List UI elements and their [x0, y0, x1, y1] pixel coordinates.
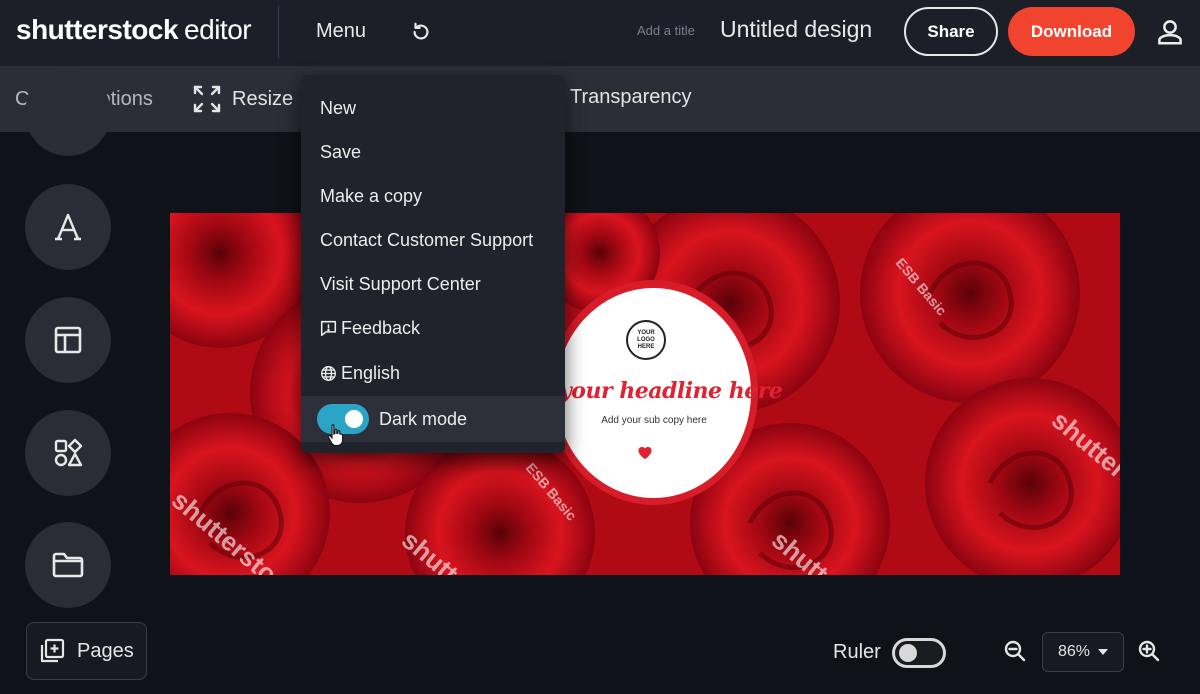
- dark-mode-label: Dark mode: [379, 408, 468, 429]
- pages-label: Pages: [77, 639, 134, 662]
- toggle-knob: [345, 410, 363, 428]
- top-divider: [278, 6, 279, 58]
- undo-icon: [413, 22, 429, 40]
- badge-logo-placeholder[interactable]: YOUR LOGO HERE: [626, 320, 666, 360]
- menu-item-label: English: [341, 362, 401, 383]
- chevron-down-icon: [1098, 649, 1109, 655]
- app-logo[interactable]: shutterstock editor: [16, 14, 252, 46]
- title-hint: Add a title: [637, 23, 695, 38]
- zoom-out-button[interactable]: [1000, 636, 1030, 666]
- sidebar-tool-text[interactable]: [25, 184, 111, 270]
- feedback-icon: [320, 320, 337, 337]
- canvas-toolbar: Canvas options Resize Transparency: [0, 66, 1200, 132]
- menu-item-new[interactable]: New: [301, 86, 565, 130]
- toggle-knob: [899, 644, 917, 662]
- sidebar-tool-partial[interactable]: [25, 70, 111, 156]
- ruler-toggle[interactable]: [892, 638, 946, 668]
- zoom-out-icon: [1004, 640, 1026, 662]
- resize-button[interactable]: Resize: [192, 82, 293, 116]
- hand-cursor-icon: [327, 424, 344, 447]
- share-button[interactable]: Share: [904, 7, 998, 56]
- menu-button[interactable]: Menu: [302, 14, 380, 48]
- resize-label: Resize: [232, 87, 294, 110]
- main-menu-dropdown: New Save Make a copy Contact Customer Su…: [301, 75, 565, 453]
- pages-icon: [40, 638, 65, 663]
- menu-item-contact-support[interactable]: Contact Customer Support: [301, 218, 565, 262]
- badge-headline[interactable]: your headline here: [559, 378, 783, 404]
- layout-icon: [54, 326, 82, 354]
- menu-item-save[interactable]: Save: [301, 130, 565, 174]
- zoom-in-icon: [1138, 640, 1160, 662]
- logo-product: editor: [184, 14, 252, 45]
- logo-brand: shutterstock: [16, 14, 179, 45]
- menu-item-make-copy[interactable]: Make a copy: [301, 174, 565, 218]
- menu-item-label: Visit Support Center: [320, 273, 481, 294]
- ruler-label: Ruler: [833, 641, 881, 663]
- shapes-icon: [54, 438, 83, 467]
- zoom-level-select[interactable]: 86%: [1042, 632, 1124, 672]
- folder-icon: [52, 552, 84, 578]
- resize-icon: [193, 85, 221, 113]
- download-button[interactable]: Download: [1008, 7, 1135, 56]
- user-icon: [1158, 20, 1182, 45]
- design-title[interactable]: Untitled design: [720, 16, 872, 43]
- menu-item-support-center[interactable]: Visit Support Center: [301, 262, 565, 306]
- menu-item-label: Feedback: [341, 317, 421, 338]
- menu-item-label: Save: [320, 141, 362, 162]
- undo-button[interactable]: [402, 15, 440, 49]
- badge-subcopy[interactable]: Add your sub copy here: [559, 415, 749, 426]
- zoom-in-button[interactable]: [1134, 636, 1164, 666]
- text-icon: [55, 213, 81, 241]
- menu-item-language[interactable]: English: [301, 351, 565, 395]
- heart-icon: [638, 446, 652, 460]
- account-button[interactable]: [1150, 12, 1190, 52]
- sidebar-tool-layouts[interactable]: [25, 297, 111, 383]
- menu-item-label: Contact Customer Support: [320, 229, 534, 250]
- sidebar-tool-elements[interactable]: [25, 410, 111, 496]
- menu-item-feedback[interactable]: Feedback: [301, 306, 565, 350]
- top-bar: shutterstock editor Menu Add a title Unti…: [0, 0, 1200, 66]
- transparency-button[interactable]: Transparency: [570, 86, 692, 109]
- menu-item-label: Make a copy: [320, 185, 423, 206]
- zoom-level-value: 86%: [1057, 643, 1091, 660]
- sidebar-tool-uploads[interactable]: [25, 522, 111, 608]
- globe-icon: [320, 365, 337, 382]
- menu-item-label: New: [320, 97, 357, 118]
- pages-button[interactable]: Pages: [26, 622, 147, 680]
